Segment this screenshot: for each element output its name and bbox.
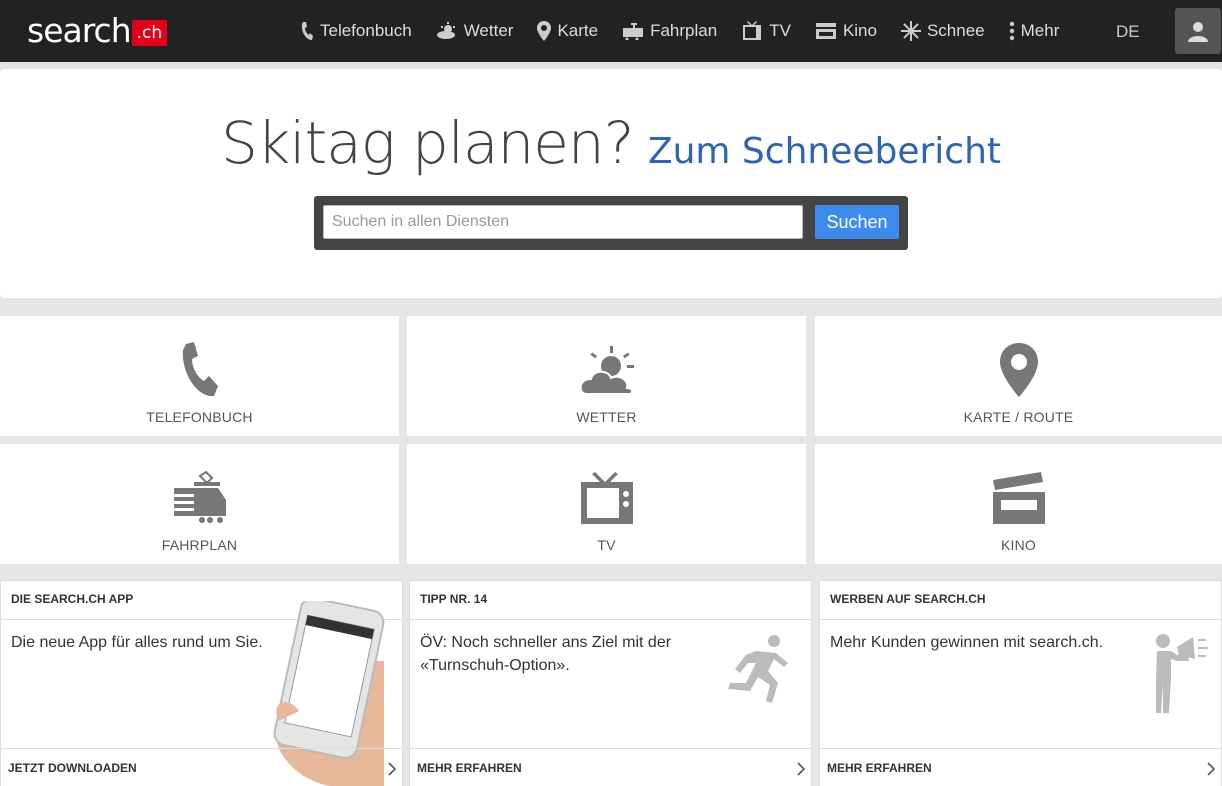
search-input[interactable]: [323, 205, 803, 239]
tile-label: KARTE / ROUTE: [963, 409, 1074, 425]
phone-icon: [182, 342, 218, 397]
nav-label: Schnee: [926, 21, 985, 40]
card-text: ÖV: Noch schneller ans Ziel mit der «Tur…: [420, 634, 672, 674]
download-app-link[interactable]: JETZT DOWNLOADEN: [1, 748, 402, 786]
search-button[interactable]: Suchen: [815, 205, 899, 239]
tile-karte-route[interactable]: KARTE / ROUTE: [815, 316, 1222, 436]
hero-title: Skitag planen? Zum Schneebericht: [0, 109, 1222, 177]
tile-label: KINO: [1000, 537, 1037, 553]
cinema-icon: [992, 472, 1045, 524]
nav-label: Karte: [557, 21, 599, 40]
running-man-icon: [728, 635, 788, 703]
top-navigation-bar: search .ch Telefonbuch Wetter Karte Fahr…: [0, 0, 1222, 62]
nav-item-telefonbuch[interactable]: Telefonbuch: [300, 21, 412, 41]
map-pin-icon: [999, 343, 1038, 397]
megaphone-man-icon: [1156, 634, 1208, 713]
snowflake-icon: [900, 21, 921, 41]
tip-more-link[interactable]: MEHR ERFAHREN: [410, 748, 811, 786]
card-app: DIE SEARCH.CH APP Die neue App für alles…: [0, 580, 403, 786]
card-tip: TIPP NR. 14 ÖV: Noch schneller ans Ziel …: [409, 580, 812, 786]
nav-item-fahrplan[interactable]: Fahrplan: [622, 21, 717, 41]
tile-label: WETTER: [576, 409, 637, 425]
nav-label: Telefonbuch: [320, 21, 412, 40]
nav-label: Mehr: [1020, 21, 1060, 40]
nav-item-mehr[interactable]: Mehr: [1009, 21, 1060, 41]
nav-label: Fahrplan: [650, 21, 718, 40]
user-icon: [1188, 22, 1208, 42]
tile-wetter[interactable]: WETTER: [407, 316, 806, 436]
tile-label: TV: [597, 537, 616, 553]
tile-fahrplan[interactable]: FAHRPLAN: [0, 444, 399, 564]
nav-label: Wetter: [463, 21, 514, 40]
snow-report-link[interactable]: Zum Schneebericht: [648, 131, 1001, 172]
global-search-box: Suchen: [314, 196, 908, 250]
chevron-right-icon: [797, 762, 805, 776]
tv-icon: [580, 472, 633, 524]
nav-item-tv[interactable]: TV: [741, 21, 791, 41]
map-pin-icon: [537, 21, 552, 41]
nav-item-schnee[interactable]: Schnee: [900, 21, 985, 41]
hero-panel: Skitag planen? Zum Schneebericht Suchen: [0, 69, 1222, 298]
tile-tv[interactable]: TV: [407, 444, 806, 564]
train-icon: [173, 470, 226, 523]
hero-heading: Skitag planen?: [220, 109, 635, 177]
cinema-icon: [815, 23, 836, 39]
weather-icon: [436, 22, 455, 39]
tv-icon: [743, 21, 762, 40]
chevron-right-icon: [1207, 762, 1215, 776]
nav-label: Kino: [842, 21, 877, 40]
tile-telefonbuch[interactable]: TELEFONBUCH: [0, 316, 399, 436]
nav-label: TV: [769, 21, 791, 40]
more-icon: [1009, 21, 1014, 41]
user-account-button[interactable]: [1175, 8, 1221, 54]
nav-item-karte[interactable]: Karte: [537, 21, 598, 41]
card-text: Mehr Kunden gewinnen mit search.ch.: [830, 634, 1104, 651]
search-ch-logo[interactable]: search .ch: [27, 10, 168, 50]
tile-label: TELEFONBUCH: [146, 409, 253, 425]
nav-item-wetter[interactable]: Wetter: [436, 21, 514, 41]
train-icon: [623, 23, 644, 40]
tile-kino[interactable]: KINO: [815, 444, 1222, 564]
phone-icon: [301, 22, 313, 40]
main-nav: Telefonbuch Wetter Karte Fahrplan TV Kin…: [300, 0, 1083, 62]
tile-label: FAHRPLAN: [161, 537, 238, 553]
chevron-right-icon: [388, 762, 396, 776]
advertising-more-link[interactable]: MEHR ERFAHREN: [820, 748, 1221, 786]
nav-item-kino[interactable]: Kino: [815, 21, 877, 41]
card-advertising: WERBEN AUF SEARCH.CH Mehr Kunden gewinne…: [819, 580, 1222, 786]
weather-icon: [579, 346, 634, 395]
card-title: TIPP NR. 14: [410, 581, 811, 620]
language-selector[interactable]: DE: [1116, 22, 1140, 42]
card-title: WERBEN AUF SEARCH.CH: [820, 581, 1221, 620]
